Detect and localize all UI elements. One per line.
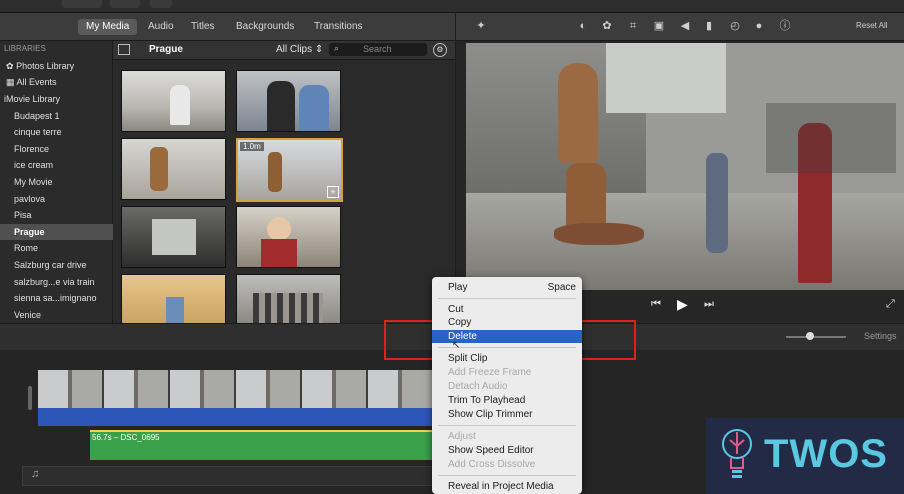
sidebar-item-prague[interactable]: Prague [0,224,126,240]
zoom-slider-knob[interactable] [806,332,814,340]
audio-clip-label: 56.7s – DSC_0695 [92,433,160,442]
play-icon[interactable]: ▶ [677,296,688,313]
menu-item-play[interactable]: Play Space [432,281,582,294]
music-track[interactable]: ♫ [22,466,434,486]
chevron-updown-icon: ⇕ [314,44,324,55]
menu-item-show-clip-trimmer[interactable]: Show Clip Trimmer [432,408,582,421]
video-clip-audio-strip[interactable] [38,408,432,426]
sidebar-toggle-icon[interactable] [118,44,130,55]
sidebar-item-florence[interactable]: Florence [0,141,126,157]
menu-item-show-speed-editor[interactable]: Show Speed Editor [432,444,582,457]
sidebar-item-budapest[interactable]: Budapest 1 [0,108,126,124]
menu-separator [438,475,576,476]
event-title: Prague [149,44,183,55]
clip-thumbnail[interactable] [236,70,341,132]
sidebar-item-venice[interactable]: Venice [0,307,126,323]
back-button[interactable] [62,0,102,8]
equalizer-icon[interactable]: ▮ [702,19,716,33]
next-frame-icon[interactable]: ⏭ [704,298,714,311]
clip-filter-select[interactable]: All Clips ⇕ [276,44,323,55]
reset-all-button[interactable]: Reset All [856,21,888,30]
watermark-logo: TWOS [706,418,904,494]
settings-button[interactable]: Settings [864,331,897,341]
tab-transitions[interactable]: Transitions [306,19,371,35]
sidebar-item-imovie-library[interactable]: iMovie Library [0,91,116,107]
media-tabs-bar: My Media Audio Titles Backgrounds Transi… [0,13,455,41]
search-input[interactable]: ⌕ Search [329,43,427,56]
mouse-cursor-icon: ↖ [452,340,461,351]
volume-icon[interactable]: ◀ [678,19,692,33]
info-icon[interactable]: ⓘ [778,19,792,33]
tab-titles[interactable]: Titles [183,19,223,35]
clip-thumbnail-selected[interactable]: 1.0m + [236,138,343,202]
play-shortcut: Space [547,282,576,293]
music-note-icon: ♫ [31,468,40,480]
stabilization-icon[interactable]: ▣ [652,19,666,33]
menu-item-split-clip[interactable]: Split Clip [432,352,582,365]
color-balance-icon[interactable]: ◐ [576,19,590,33]
clip-duration-badge: 1.0m [240,142,264,151]
sidebar-item-rome[interactable]: Rome [0,240,126,256]
sidebar-item-my-movie[interactable]: My Movie [0,174,126,190]
clip-thumbnail[interactable] [121,70,226,132]
settings-gear-icon[interactable]: ⚙ [433,43,447,57]
filter-icon[interactable]: ● [752,19,766,33]
clip-thumbnail[interactable] [236,206,341,268]
sidebar-item-photos-library[interactable]: ✿ Photos Library [0,58,112,74]
libraries-heading: LIBRARIES [4,44,46,53]
sidebar-item-sienna[interactable]: sienna sa...imignano [0,290,126,306]
menu-item-trim-to-playhead[interactable]: Trim To Playhead [432,394,582,407]
tab-audio[interactable]: Audio [140,19,182,35]
color-palette-icon[interactable]: ✿ [600,19,614,33]
grid-icon: ▦ [6,77,15,87]
media-browser: 1.0m + [113,60,455,336]
menu-separator [438,425,576,426]
share-button[interactable] [150,0,172,8]
search-icon: ⌕ [334,43,340,53]
zoom-slider[interactable] [786,336,846,338]
audio-clip[interactable]: 56.7s – DSC_0695 [90,430,432,460]
sidebar-item-cinque-terre[interactable]: cinque terre [0,124,126,140]
menu-item-detach-audio: Detach Audio [448,381,508,392]
browser-header: Prague All Clips ⇕ ⌕ Search ⚙ [113,41,455,60]
sidebar-item-pavlova[interactable]: pavlova [0,191,126,207]
timeline-handle[interactable] [28,386,32,410]
menu-item-add-freeze-frame: Add Freeze Frame [448,367,532,378]
sidebar-item-ice-cream[interactable]: ice cream [0,157,126,173]
clip-thumbnail[interactable] [121,138,226,200]
previous-frame-icon[interactable]: ⏮ [651,298,661,311]
tab-backgrounds[interactable]: Backgrounds [228,19,302,35]
photos-icon: ✿ [6,61,14,71]
watermark-brand-text: TWOS [764,432,888,476]
sidebar-item-salzburg-train[interactable]: salzburg...e via train [0,274,126,290]
context-menu: Play Space Cut Copy Delete Split Clip Add… [432,277,582,494]
sidebar-item-salzburg-car-drive[interactable]: Salzburg car drive [0,257,126,273]
tab-my-media[interactable]: My Media [78,19,138,35]
fullscreen-icon[interactable]: ⤢ [886,298,895,311]
menu-separator [438,298,576,299]
menu-item-adjust: Adjust [448,431,476,442]
menu-item-add-cross-dissolve: Add Cross Dissolve [448,459,536,470]
menu-item-cut[interactable]: Cut [432,303,582,316]
video-clip-filmstrip[interactable] [38,370,432,412]
add-clip-icon[interactable]: + [327,186,339,198]
speed-icon[interactable]: ◴ [728,19,742,33]
menu-item-copy[interactable]: Copy [432,316,582,329]
library-sidebar: LIBRARIES ✿ Photos Library ▦ All Events … [0,41,126,323]
viewer-toolbar: ✦ ◐ ✿ ⌗ ▣ ◀ ▮ ◴ ● ⓘ Reset All [456,13,904,41]
sidebar-item-all-events[interactable]: ▦ All Events [0,74,112,90]
sidebar-item-pisa[interactable]: Pisa [0,207,126,223]
window-titlebar [0,0,904,13]
crop-icon[interactable]: ⌗ [626,19,640,33]
street-performer [558,63,598,163]
video-preview[interactable] [466,43,904,290]
lightbulb-icon [722,429,752,478]
clip-thumbnail[interactable] [121,206,226,268]
magic-wand-icon[interactable]: ✦ [474,19,488,33]
library-button[interactable] [110,0,140,8]
menu-item-reveal-in-project-media[interactable]: Reveal in Project Media [432,480,582,493]
